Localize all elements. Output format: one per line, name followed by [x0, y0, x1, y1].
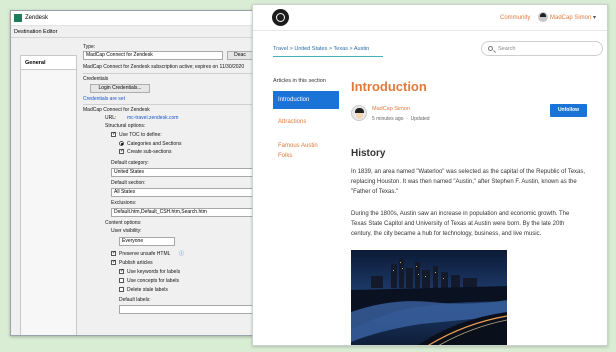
- help-center-page: Community MadCap Simon ▾ Travel > United…: [252, 4, 608, 346]
- delete-stale-checkbox[interactable]: [119, 287, 124, 292]
- subscription-status: MadCap Connect for Zendesk subscription …: [83, 64, 245, 70]
- url-link[interactable]: mc-travel.zendesk.com: [127, 115, 178, 121]
- zendesk-app-icon: [14, 14, 22, 22]
- create-subsections-label: Create sub-sections: [127, 149, 172, 155]
- history-heading: History: [351, 148, 386, 159]
- breadcrumb[interactable]: Travel > United States > Texas > Austin: [273, 46, 369, 52]
- type-select[interactable]: MadCap Connect for Zendesk: [83, 51, 223, 60]
- preserve-html-checkbox[interactable]: ✓: [111, 251, 116, 256]
- default-section-select[interactable]: All States: [111, 188, 252, 197]
- exclusions-input[interactable]: Default.htm,Default_CSH.htm,Search.htm: [111, 208, 252, 217]
- author-avatar[interactable]: [351, 105, 367, 121]
- window-titlebar: Zendesk: [11, 11, 252, 26]
- structural-options-label: Structural options:: [105, 123, 146, 129]
- destination-editor-window: Zendesk Destination Editor General Type:…: [10, 10, 253, 336]
- use-keywords-checkbox[interactable]: ✓: [119, 269, 124, 274]
- user-visibility-label: User visibility:: [111, 228, 142, 234]
- section-articles-heading: Articles in this section: [273, 78, 326, 84]
- unfollow-button[interactable]: Unfollow: [550, 104, 587, 117]
- default-section-label: Default section:: [111, 180, 146, 186]
- tab-general[interactable]: General: [21, 56, 76, 70]
- sidebar-item-famous-austin-folks[interactable]: Famous Austin Folks: [273, 141, 333, 161]
- breadcrumb-underline: [273, 56, 383, 57]
- content-options-label: Content options:: [105, 220, 142, 226]
- default-labels-label: Default labels:: [119, 297, 151, 303]
- sidebar-item-introduction[interactable]: Introduction: [273, 91, 339, 109]
- create-subsections-checkbox[interactable]: ✓: [119, 149, 124, 154]
- default-labels-input[interactable]: [119, 305, 252, 314]
- editor-subtitle: Destination Editor: [11, 26, 252, 38]
- editor-tab-column: General: [20, 55, 77, 335]
- search-input[interactable]: Search: [481, 41, 603, 56]
- exclusions-label: Exclusions:: [111, 200, 137, 206]
- austin-skyline-photo: [351, 250, 507, 345]
- publish-articles-checkbox[interactable]: ✓: [111, 260, 116, 265]
- use-keywords-label: Use keywords for labels: [127, 269, 181, 275]
- divider: [83, 73, 252, 74]
- site-logo-icon[interactable]: [272, 9, 289, 26]
- url-label: URL:: [105, 115, 117, 121]
- credentials-status: Credentials are set: [83, 96, 125, 102]
- search-placeholder: Search: [498, 46, 516, 52]
- default-category-select[interactable]: United States: [111, 168, 252, 177]
- chevron-down-icon[interactable]: ▾: [593, 14, 596, 21]
- article-meta: 5 minutes ago · Updated: [372, 116, 430, 122]
- history-paragraph-2: During the 1800s, Austin saw an increase…: [351, 211, 570, 237]
- divider: [83, 104, 252, 105]
- author-name[interactable]: MadCap Simon: [372, 106, 410, 112]
- meta-time: 5 minutes ago: [372, 116, 404, 122]
- user-avatar[interactable]: [538, 12, 548, 22]
- connector-section-title: MadCap Connect for Zendesk: [83, 107, 150, 113]
- sidebar-item-attractions[interactable]: Attractions: [273, 117, 339, 127]
- info-icon[interactable]: ⓘ: [179, 250, 184, 257]
- publish-articles-label: Publish articles: [119, 260, 153, 266]
- categories-sections-radio[interactable]: [119, 141, 124, 146]
- deactivate-button[interactable]: Deac: [227, 51, 252, 60]
- use-concepts-label: Use concepts for labels: [127, 278, 179, 284]
- window-title: Zendesk: [25, 15, 49, 21]
- default-category-label: Default category:: [111, 160, 149, 166]
- type-label: Type:: [83, 44, 96, 50]
- header-divider: [253, 30, 607, 31]
- use-toc-checkbox[interactable]: ✓: [111, 132, 116, 137]
- user-menu[interactable]: MadCap Simon: [550, 15, 591, 21]
- use-toc-label: Use TOC to define:: [119, 132, 162, 138]
- history-paragraph-1: In 1839, an area named "Waterloo" was se…: [351, 169, 586, 195]
- login-credentials-button[interactable]: Login Credentials...: [90, 84, 150, 93]
- search-icon: [488, 46, 493, 51]
- delete-stale-label: Delete stale labels: [127, 287, 168, 293]
- categories-sections-label: Categories and Sections: [127, 141, 182, 147]
- credentials-label: Credentials: [83, 76, 109, 82]
- preserve-html-label: Preserve unsafe HTML: [119, 251, 171, 257]
- user-visibility-select[interactable]: Everyone: [119, 237, 175, 246]
- use-concepts-checkbox[interactable]: [119, 278, 124, 283]
- community-link[interactable]: Community: [500, 15, 530, 21]
- meta-updated: Updated: [410, 116, 430, 122]
- article-title: Introduction: [351, 79, 427, 94]
